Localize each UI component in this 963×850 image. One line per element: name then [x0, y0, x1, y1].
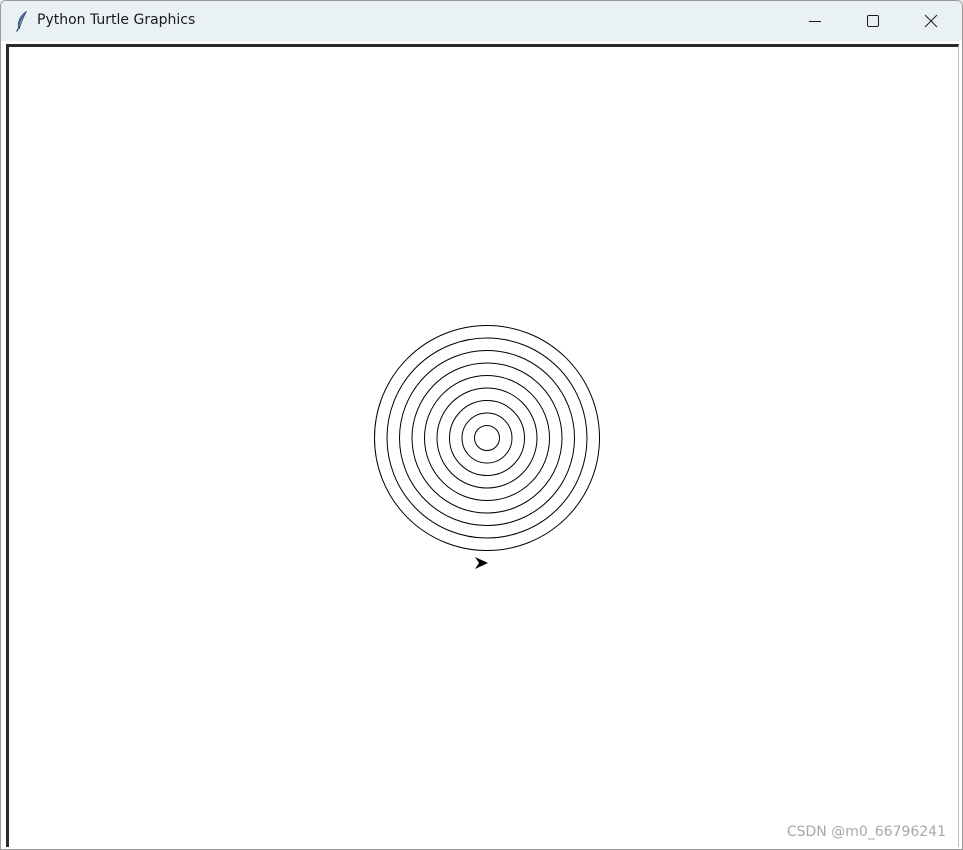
circle-ring: [411, 362, 563, 514]
turtle-window: Python Turtle Graphics CSDN @m0_66796241: [0, 0, 963, 850]
classic-arrow-icon: [475, 557, 488, 569]
turtle-canvas-area[interactable]: [6, 44, 959, 847]
circle-ring: [449, 400, 525, 476]
maximize-icon: [867, 15, 879, 27]
circle-ring: [424, 375, 550, 501]
circle-ring: [474, 425, 500, 451]
circle-ring: [461, 412, 513, 464]
minimize-button[interactable]: [786, 1, 844, 41]
feather-icon: [16, 10, 27, 32]
close-button[interactable]: [902, 1, 960, 41]
window-title: Python Turtle Graphics: [37, 12, 196, 28]
concentric-circles: [374, 325, 600, 551]
close-icon: [924, 14, 938, 28]
circle-ring: [374, 325, 600, 551]
maximize-button[interactable]: [844, 1, 902, 41]
circle-ring: [399, 350, 575, 526]
circle-ring: [386, 337, 588, 539]
circle-ring: [436, 387, 538, 489]
watermark-text: CSDN @m0_66796241: [786, 824, 946, 840]
title-bar[interactable]: Python Turtle Graphics: [1, 1, 962, 41]
turtle-drawing: [374, 325, 600, 569]
minimize-icon: [809, 21, 821, 22]
